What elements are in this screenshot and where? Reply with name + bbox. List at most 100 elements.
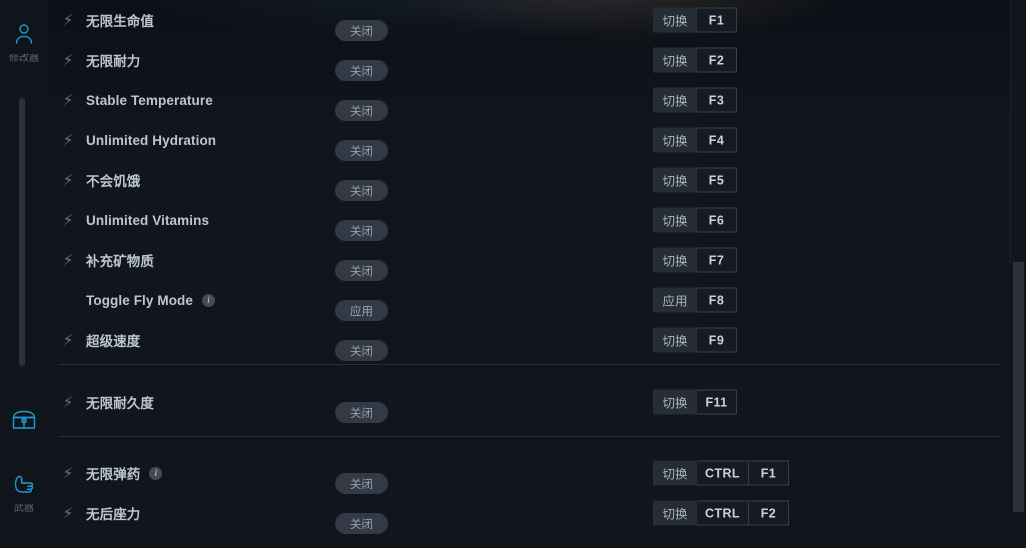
toggle-state-label: 关闭	[335, 140, 388, 161]
bolt-icon: ⚡	[62, 393, 74, 411]
hotkey-group[interactable]: 切换 CTRL F1	[653, 460, 789, 486]
bolt-icon: ⚡	[62, 331, 74, 349]
table-row[interactable]: ⚡ 无限耐力 关闭 切换 F2	[48, 40, 1011, 81]
row-label: Stable Temperature	[86, 92, 213, 108]
chest-icon	[11, 408, 37, 437]
hotkey-chip[interactable]: F6	[697, 207, 737, 233]
hotkey-group[interactable]: 切换 F3	[653, 87, 737, 113]
bolt-icon: ⚡	[62, 131, 74, 149]
action-button[interactable]: 切换	[653, 127, 697, 153]
table-row[interactable]: ⚡ 补充矿物质 关闭 切换 F7	[48, 240, 1011, 281]
action-button[interactable]: 切换	[653, 460, 697, 486]
bolt-icon: ⚡	[62, 171, 74, 189]
cheat-list: ⚡ 无限生命值 关闭 切换 F1 ⚡ 无限耐力 关闭 切换 F2 ⚡ Stabl…	[48, 0, 1011, 548]
info-icon[interactable]: i	[202, 293, 215, 307]
hotkey-chip[interactable]: F7	[697, 247, 737, 273]
row-label: 无限弹药	[86, 467, 141, 482]
action-button[interactable]: 切换	[653, 47, 697, 73]
row-label: 补充矿物质	[86, 254, 154, 269]
sidebar-scroll-indicator[interactable]	[19, 98, 25, 366]
toggle-state-label: 关闭	[335, 20, 388, 41]
bolt-icon: ⚡	[62, 91, 74, 109]
sidebar-item-weapons-label: 武器	[14, 504, 34, 514]
hotkey-chip[interactable]: F1	[748, 460, 789, 486]
row-label: Unlimited Hydration	[86, 132, 217, 148]
table-row[interactable]: ⚡ 无限弹药 i 关闭 切换 CTRL F1	[48, 453, 1011, 494]
action-button[interactable]: 切换	[653, 7, 697, 33]
toggle-state-label: 关闭	[335, 180, 388, 201]
hotkey-group[interactable]: 切换 F7	[653, 247, 737, 273]
toggle-state-label: 关闭	[335, 340, 388, 361]
cheat-group-inventory: ⚡ 无限耐久度 关闭 切换 F11	[48, 382, 1011, 423]
toggle-state-label: 关闭	[335, 513, 388, 534]
bolt-icon: ⚡	[62, 251, 74, 269]
table-row[interactable]: ⚡ 无限耐久度 关闭 切换 F11	[48, 382, 1011, 423]
hotkey-chip[interactable]: F9	[697, 327, 737, 353]
toggle-state-label: 关闭	[335, 473, 388, 494]
hotkey-chip[interactable]: F8	[697, 287, 737, 313]
hotkey-group[interactable]: 切换 F4	[653, 127, 737, 153]
row-label: Unlimited Vitamins	[86, 212, 210, 228]
hotkey-group[interactable]: 切换 F2	[653, 47, 737, 73]
row-label: 超级速度	[86, 334, 141, 349]
action-button[interactable]: 切换	[653, 207, 697, 233]
toggle-state-label: 关闭	[335, 60, 388, 81]
sidebar-item-player-label: 修改器	[9, 54, 39, 64]
hotkey-chip[interactable]: F4	[697, 127, 737, 153]
hotkey-chip[interactable]: CTRL	[697, 500, 749, 526]
row-label: Toggle Fly Mode	[86, 292, 193, 308]
sidebar-item-inventory[interactable]	[0, 408, 48, 440]
vertical-scrollbar[interactable]	[1011, 0, 1026, 548]
sidebar-rail: 修改器 武器	[0, 0, 48, 548]
toggle-state-label: 关闭	[335, 220, 388, 241]
hotkey-chip[interactable]: CTRL	[697, 460, 749, 486]
bolt-icon: ⚡	[62, 464, 74, 482]
hotkey-group[interactable]: 应用 F8	[653, 287, 737, 313]
hotkey-group[interactable]: 切换 CTRL F2	[653, 500, 789, 526]
hotkey-chip[interactable]: F1	[697, 7, 737, 33]
sidebar-item-weapons[interactable]: 武器	[0, 472, 48, 514]
table-row[interactable]: ⚡ Toggle Fly Mode i 应用 应用 F8	[48, 280, 1011, 321]
scrollbar-thumb[interactable]	[1013, 262, 1024, 512]
toggle-state-label: 应用	[335, 300, 388, 321]
bolt-icon: ⚡	[62, 51, 74, 69]
hotkey-group[interactable]: 切换 F1	[653, 7, 737, 33]
cheat-group-weapons: ⚡ 无限弹药 i 关闭 切换 CTRL F1 ⚡ 无后座力 关闭 切换 CTRL…	[48, 453, 1011, 534]
action-button[interactable]: 切换	[653, 327, 697, 353]
action-button[interactable]: 切换	[653, 167, 697, 193]
row-label: 不会饥饿	[86, 174, 141, 189]
row-label: 无限耐力	[86, 54, 141, 69]
hotkey-group[interactable]: 切换 F11	[653, 389, 737, 415]
hotkey-group[interactable]: 切换 F5	[653, 167, 737, 193]
table-row[interactable]: ⚡ Unlimited Hydration 关闭 切换 F4	[48, 120, 1011, 161]
toggle-state-label: 关闭	[335, 260, 388, 281]
hotkey-chip[interactable]: F5	[697, 167, 737, 193]
action-button[interactable]: 切换	[653, 389, 697, 415]
action-button[interactable]: 应用	[653, 287, 697, 313]
person-icon	[12, 22, 36, 51]
bolt-icon: ⚡	[62, 504, 74, 522]
action-button[interactable]: 切换	[653, 500, 697, 526]
table-row[interactable]: ⚡ Unlimited Vitamins 关闭 切换 F6	[48, 200, 1011, 241]
info-icon[interactable]: i	[149, 466, 163, 480]
action-button[interactable]: 切换	[653, 87, 697, 113]
table-row[interactable]: ⚡ 无后座力 关闭 切换 CTRL F2	[48, 493, 1011, 534]
hotkey-group[interactable]: 切换 F9	[653, 327, 737, 353]
hotkey-chip[interactable]: F11	[697, 389, 737, 415]
cheat-group-player: ⚡ 无限生命值 关闭 切换 F1 ⚡ 无限耐力 关闭 切换 F2 ⚡ Stabl…	[48, 0, 1011, 361]
action-button[interactable]: 切换	[653, 247, 697, 273]
table-row[interactable]: ⚡ Stable Temperature 关闭 切换 F3	[48, 80, 1011, 121]
row-label: 无限生命值	[86, 14, 154, 29]
row-label: 无限耐久度	[86, 396, 154, 411]
hotkey-chip[interactable]: F2	[697, 47, 737, 73]
bolt-icon: ⚡	[62, 211, 74, 229]
hotkey-chip[interactable]: F3	[697, 87, 737, 113]
hotkey-group[interactable]: 切换 F6	[653, 207, 737, 233]
hand-point-icon	[11, 472, 37, 501]
hotkey-chip[interactable]: F2	[748, 500, 789, 526]
sidebar-item-player[interactable]: 修改器	[0, 22, 48, 64]
row-label: 无后座力	[86, 507, 141, 522]
table-row[interactable]: ⚡ 超级速度 关闭 切换 F9	[48, 320, 1011, 361]
table-row[interactable]: ⚡ 无限生命值 关闭 切换 F1	[48, 0, 1011, 41]
table-row[interactable]: ⚡ 不会饥饿 关闭 切换 F5	[48, 160, 1011, 201]
